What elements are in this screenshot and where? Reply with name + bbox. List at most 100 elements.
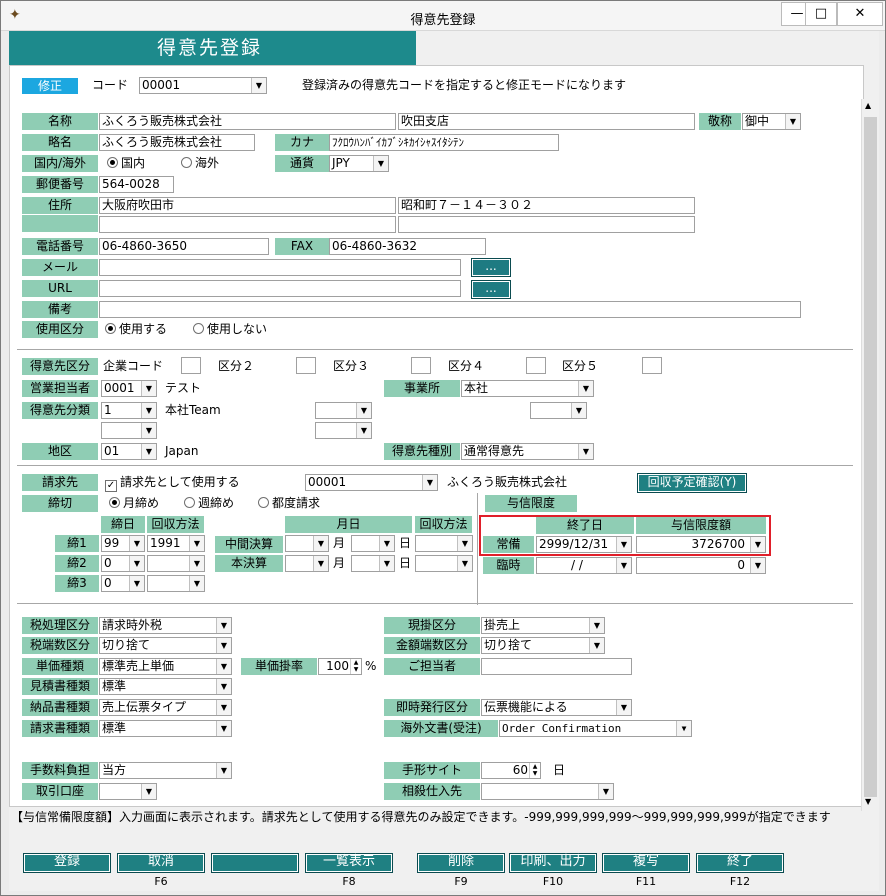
chevron-down-icon[interactable]: ▼ xyxy=(216,679,231,694)
address3-input[interactable] xyxy=(99,216,396,233)
bank-select[interactable]: ▼ xyxy=(99,783,157,800)
close1-day-select[interactable]: 99 ▼ xyxy=(101,535,145,552)
chevron-down-icon[interactable]: ▼ xyxy=(578,444,593,459)
close3-method-select[interactable]: ▼ xyxy=(147,575,205,592)
normal-end-date-select[interactable]: 2999/12/31 ▼ xyxy=(536,536,632,553)
scroll-up-icon[interactable]: ▲ xyxy=(865,101,871,110)
note-input[interactable] xyxy=(99,301,801,318)
url-input[interactable] xyxy=(99,280,461,297)
chevron-down-icon[interactable]: ▼ xyxy=(141,423,156,438)
close2-method-select[interactable]: ▼ xyxy=(147,555,205,572)
code-select[interactable]: 00001 ▼ xyxy=(139,77,267,94)
exit-button[interactable]: 終了 xyxy=(696,853,784,873)
taxround-select[interactable]: 切り捨て ▼ xyxy=(99,637,232,654)
chevron-down-icon[interactable]: ▼ xyxy=(189,556,204,571)
list-button[interactable]: 一覧表示 xyxy=(305,853,393,873)
overseas-radio[interactable]: 海外 xyxy=(181,156,219,171)
invoice-type-select[interactable]: 標準 ▼ xyxy=(99,720,232,737)
chevron-down-icon[interactable]: ▼ xyxy=(141,403,156,418)
scroll-thumb[interactable] xyxy=(864,117,877,797)
chevron-down-icon[interactable]: ▼ xyxy=(216,638,231,653)
category5-select[interactable]: ▼ xyxy=(315,422,372,439)
chevron-down-icon[interactable]: ▼ xyxy=(141,381,156,396)
monthly-radio[interactable]: 月締め xyxy=(109,496,159,511)
normal-limit-input[interactable]: 3726700 ▼ xyxy=(636,536,766,553)
address4-input[interactable] xyxy=(398,216,695,233)
chevron-down-icon[interactable]: ▼ xyxy=(750,558,765,573)
price-type-select[interactable]: 標準売上単価 ▼ xyxy=(99,658,232,675)
bill-site-stepper[interactable]: 60 ▲ ▼ xyxy=(481,762,541,779)
zip-input[interactable]: 564-0028 xyxy=(99,176,174,193)
kbn3-input[interactable] xyxy=(411,357,431,374)
chevron-down-icon[interactable]: ▼ xyxy=(356,423,371,438)
chevron-down-icon[interactable]: ▼ xyxy=(129,536,144,551)
chevron-down-icon[interactable]: ▼ xyxy=(129,576,144,591)
tel-input[interactable]: 06-4860-3650 xyxy=(99,238,269,255)
category4-select[interactable]: ▼ xyxy=(101,422,157,439)
scroll-down-icon[interactable]: ▼ xyxy=(865,797,871,806)
chevron-down-icon[interactable]: ▼ xyxy=(373,156,388,171)
mail-input[interactable] xyxy=(99,259,461,276)
print-button[interactable]: 印刷、出力 xyxy=(509,853,597,873)
kana-input[interactable]: ﾌｸﾛｳﾊﾝﾊﾞｲｶﾌﾞｼｷｶｲｼｬｽｲﾀｼﾃﾝ xyxy=(329,134,559,151)
cash-select[interactable]: 掛売上 ▼ xyxy=(481,617,605,634)
bill-checkbox[interactable]: ✓ 請求先として使用する xyxy=(105,475,240,492)
weekly-radio[interactable]: 週締め xyxy=(184,496,234,511)
chevron-down-icon[interactable]: ▼ xyxy=(251,78,266,93)
each-radio[interactable]: 都度請求 xyxy=(258,496,320,511)
copy-button[interactable]: 複写 xyxy=(602,853,690,873)
stepper-arrows-icon[interactable]: ▲ ▼ xyxy=(529,763,540,778)
use-yes-radio[interactable]: 使用する xyxy=(105,322,167,337)
mail-browse-button[interactable]: ... xyxy=(471,258,511,277)
close1-method-select[interactable]: 1991 ▼ xyxy=(147,535,205,552)
close2-day-select[interactable]: 0 ▼ xyxy=(101,555,145,572)
chevron-down-icon[interactable]: ▼ xyxy=(578,381,593,396)
chevron-down-icon[interactable]: ▼ xyxy=(616,537,631,552)
area-select[interactable]: 01 ▼ xyxy=(101,443,157,460)
chevron-down-icon[interactable]: ▼ xyxy=(216,618,231,633)
close3-day-select[interactable]: 0 ▼ xyxy=(101,575,145,592)
chevron-down-icon[interactable]: ▼ xyxy=(785,114,800,129)
chevron-down-icon[interactable]: ▼ xyxy=(356,403,371,418)
person-input[interactable] xyxy=(481,658,632,675)
chevron-down-icon[interactable]: ▼ xyxy=(189,536,204,551)
chevron-down-icon[interactable]: ▼ xyxy=(571,403,586,418)
fax-input[interactable]: 06-4860-3632 xyxy=(329,238,486,255)
chevron-down-icon[interactable]: ▼ xyxy=(598,784,613,799)
final-method-select[interactable]: ▼ xyxy=(415,555,473,572)
chevron-down-icon[interactable]: ▼ xyxy=(422,475,437,490)
cancel-button[interactable]: 取消 xyxy=(117,853,205,873)
url-browse-button[interactable]: ... xyxy=(471,280,511,299)
chevron-down-icon[interactable]: ▼ xyxy=(189,576,204,591)
maximize-button[interactable]: □ xyxy=(805,2,837,26)
delete-button[interactable]: 削除 xyxy=(417,853,505,873)
chevron-down-icon[interactable]: ▼ xyxy=(216,721,231,736)
f7-button[interactable] xyxy=(211,853,299,873)
mid-method-select[interactable]: ▼ xyxy=(415,535,473,552)
chevron-down-icon[interactable]: ▼ xyxy=(141,444,156,459)
delivery-type-select[interactable]: 売上伝票タイプ ▼ xyxy=(99,699,232,716)
domestic-radio[interactable]: 国内 xyxy=(107,156,145,171)
chevron-down-icon[interactable]: ▼ xyxy=(589,638,604,653)
category3-select[interactable]: ▼ xyxy=(530,402,587,419)
bill-code-select[interactable]: 00001 ▼ xyxy=(305,474,438,491)
chevron-down-icon[interactable]: ▼ xyxy=(616,558,631,573)
chevron-down-icon[interactable]: ▼ xyxy=(129,556,144,571)
chevron-down-icon[interactable]: ▼ xyxy=(141,784,156,799)
address2-input[interactable]: 昭和町７－１４－３０２ xyxy=(398,197,695,214)
kbn2-input[interactable] xyxy=(296,357,316,374)
currency-select[interactable]: JPY ▼ xyxy=(329,155,389,172)
chevron-down-icon[interactable]: ▼ xyxy=(457,556,472,571)
instant-issue-select[interactable]: 伝票機能による ▼ xyxy=(481,699,632,716)
stepper-arrows-icon[interactable]: ▲ ▼ xyxy=(350,659,361,674)
offset-supplier-select[interactable]: ▼ xyxy=(481,783,614,800)
final-month-select[interactable]: ▼ xyxy=(285,555,329,572)
kbn5-input[interactable] xyxy=(642,357,662,374)
chevron-down-icon[interactable]: ▼ xyxy=(750,537,765,552)
chevron-down-icon[interactable]: ▼ xyxy=(379,536,394,551)
category2-select[interactable]: ▼ xyxy=(315,402,372,419)
name1-input[interactable]: ふくろう販売株式会社 xyxy=(99,113,396,130)
amount-round-select[interactable]: 切り捨て ▼ xyxy=(481,637,605,654)
register-button[interactable]: 登録 xyxy=(23,853,111,873)
tax-select[interactable]: 請求時外税 ▼ xyxy=(99,617,232,634)
